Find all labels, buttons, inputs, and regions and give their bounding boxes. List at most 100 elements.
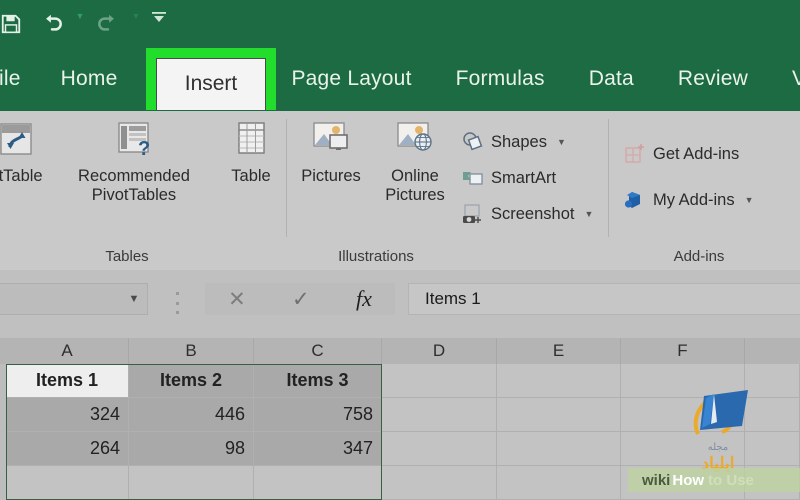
customize-quick-access-icon[interactable] xyxy=(144,1,174,47)
cell-d4[interactable] xyxy=(382,466,497,500)
grip-dot xyxy=(175,301,179,305)
undo-icon[interactable] xyxy=(32,6,72,42)
cell-d2[interactable] xyxy=(382,398,497,432)
shapes-button[interactable]: Shapes ▼ xyxy=(462,131,566,153)
tab-review[interactable]: Review xyxy=(656,48,770,110)
column-header-d[interactable]: D xyxy=(382,338,497,364)
tab-page-layout[interactable]: Page Layout xyxy=(269,48,433,110)
wikihow-watermark-part3: to Use xyxy=(708,471,754,489)
screenshot-label: Screenshot xyxy=(491,204,575,223)
quick-access-toolbar: ▼ ▼ xyxy=(0,6,174,42)
cell-e1[interactable] xyxy=(497,364,621,398)
cell-a2[interactable]: 324 xyxy=(6,398,129,432)
ribbon-tab-strip: File Home Page Layout Formulas Data Revi… xyxy=(0,48,800,110)
my-add-ins-button[interactable]: My Add-ins ▼ xyxy=(624,189,754,211)
column-header-e-label: E xyxy=(552,341,565,360)
cell-b3[interactable]: 98 xyxy=(129,432,254,466)
ribbon-group-add-ins-title: Add-ins xyxy=(673,248,725,265)
formula-bar-grip[interactable] xyxy=(172,292,182,314)
tab-review-label: Review xyxy=(677,67,748,90)
cell-b4[interactable] xyxy=(129,466,254,500)
tab-formulas[interactable]: Formulas xyxy=(434,48,567,110)
recommended-pivottables-label-line1: Recommended xyxy=(78,167,190,185)
tab-file[interactable]: File xyxy=(0,48,39,110)
cell-b1[interactable]: Items 2 xyxy=(129,364,254,398)
my-add-ins-label: My Add-ins xyxy=(653,190,735,209)
column-header-b-label: B xyxy=(185,341,197,360)
cell-e2[interactable] xyxy=(497,398,621,432)
table-button[interactable]: Table xyxy=(216,117,286,186)
smartart-label: SmartArt xyxy=(491,168,557,187)
cell-d1[interactable] xyxy=(382,364,497,398)
column-header-e[interactable]: E xyxy=(497,338,621,364)
tab-insert[interactable]: Insert xyxy=(146,48,276,120)
tab-data-label: Data xyxy=(588,67,634,90)
name-box-chevron-down-icon[interactable]: ▼ xyxy=(121,293,147,305)
enter-formula-icon[interactable]: ✓ xyxy=(292,287,310,312)
ribbon: otTable ? Recommended PivotTables xyxy=(0,110,800,271)
cell-c2[interactable]: 758 xyxy=(254,398,382,432)
my-add-ins-chevron-down-icon[interactable]: ▼ xyxy=(745,195,754,205)
tab-home[interactable]: Home xyxy=(39,48,140,110)
formula-input[interactable]: Items 1 xyxy=(408,283,800,315)
smartart-button[interactable]: SmartArt xyxy=(462,167,556,189)
column-header-a-label: A xyxy=(61,341,73,360)
grip-dot xyxy=(175,292,179,295)
cell-a4[interactable] xyxy=(6,466,129,500)
cell-c4[interactable] xyxy=(254,466,382,500)
cell-a2-value: 324 xyxy=(89,404,120,424)
name-box[interactable]: ▼ xyxy=(0,283,148,315)
cell-b2-value: 446 xyxy=(214,404,245,424)
cell-e4[interactable] xyxy=(497,466,621,500)
recommended-pivottables-button[interactable]: ? Recommended PivotTables xyxy=(54,117,214,205)
tab-home-label: Home xyxy=(60,67,118,90)
column-header-d-label: D xyxy=(432,341,446,360)
online-pictures-icon xyxy=(392,117,438,163)
tab-view[interactable]: View xyxy=(770,48,800,110)
get-add-ins-label: Get Add-ins xyxy=(653,144,740,163)
title-bar: ▼ ▼ xyxy=(0,0,800,48)
cell-c1-value: Items 3 xyxy=(286,370,349,390)
get-add-ins-button[interactable]: Get Add-ins xyxy=(624,143,739,165)
tab-page-layout-label: Page Layout xyxy=(291,67,412,90)
column-header-b[interactable]: B xyxy=(129,338,254,364)
cell-a1[interactable]: Items 1 xyxy=(6,364,129,398)
column-header-c[interactable]: C xyxy=(254,338,382,364)
screenshot-button[interactable]: Screenshot ▼ xyxy=(462,203,593,225)
recommended-pivottables-label-line2: PivotTables xyxy=(91,186,177,204)
save-icon[interactable] xyxy=(0,6,28,42)
cell-b1-value: Items 2 xyxy=(159,370,223,390)
cell-b2[interactable]: 446 xyxy=(129,398,254,432)
cell-e3[interactable] xyxy=(497,432,621,466)
cell-d3[interactable] xyxy=(382,432,497,466)
ribbon-group-add-ins: Get Add-ins My Add-ins ▼ Add-ins xyxy=(610,111,800,271)
redo-dropdown-chevron-down-icon[interactable]: ▼ xyxy=(128,0,144,48)
formula-bar-buttons: ✕ ✓ fx xyxy=(205,283,395,315)
redo-icon[interactable] xyxy=(88,6,128,42)
cell-c1[interactable]: Items 3 xyxy=(254,364,382,398)
my-add-ins-icon xyxy=(624,189,646,211)
wikihow-watermark-bar: wiki How to Use xyxy=(628,468,800,492)
undo-dropdown-chevron-down-icon[interactable]: ▼ xyxy=(72,0,88,48)
ribbon-group-illustrations: Pictures Online Pictures Shapes ▼ SmartA… xyxy=(288,111,606,271)
pivottable-icon xyxy=(0,117,39,163)
tab-insert-label: Insert xyxy=(184,72,238,95)
cancel-formula-icon[interactable]: ✕ xyxy=(228,287,246,312)
pictures-button[interactable]: Pictures xyxy=(288,117,374,186)
cell-a1-value: Items 1 xyxy=(35,370,99,390)
screenshot-icon xyxy=(462,203,484,225)
shapes-chevron-down-icon[interactable]: ▼ xyxy=(557,137,566,147)
column-header-f[interactable]: F xyxy=(621,338,745,364)
cell-c3[interactable]: 347 xyxy=(254,432,382,466)
online-pictures-label-line2: Pictures xyxy=(385,186,445,204)
tab-data[interactable]: Data xyxy=(567,48,656,110)
online-pictures-button[interactable]: Online Pictures xyxy=(372,117,458,205)
insert-function-icon[interactable]: fx xyxy=(356,286,372,312)
column-header-g-partial[interactable] xyxy=(745,338,800,364)
tab-view-label: View xyxy=(791,67,800,90)
column-header-a[interactable]: A xyxy=(6,338,129,364)
cell-a3[interactable]: 264 xyxy=(6,432,129,466)
screenshot-chevron-down-icon[interactable]: ▼ xyxy=(584,209,593,219)
svg-text:?: ? xyxy=(138,138,150,160)
pictures-icon xyxy=(308,117,354,163)
